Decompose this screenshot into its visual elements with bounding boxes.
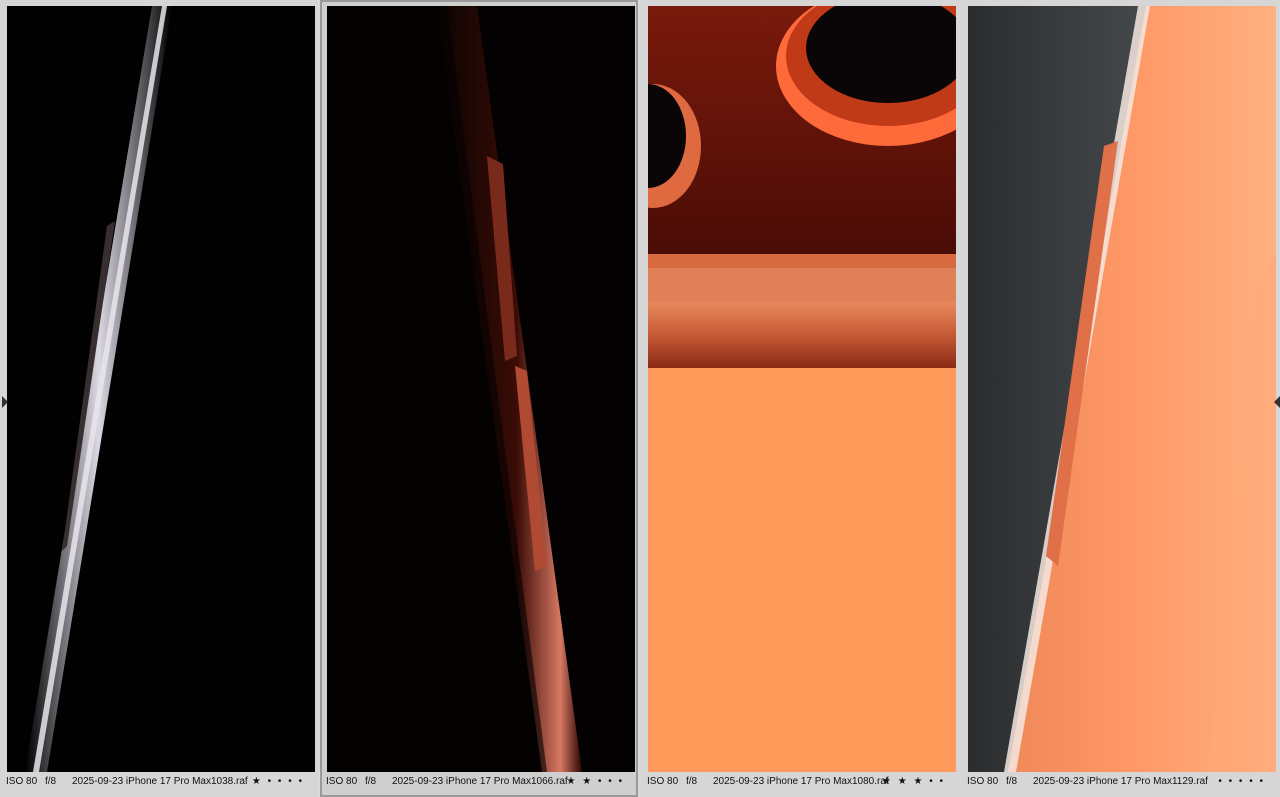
photo-metadata: ISO 80 f/8 2025-09-23 iPhone 17 Pro Max1… — [320, 775, 638, 789]
photo-thumbnail[interactable] — [648, 6, 956, 772]
aperture-label: f/8 — [1006, 776, 1018, 787]
iso-label: ISO 80 — [647, 776, 679, 787]
photo-thumbnail[interactable] — [327, 6, 635, 772]
photo-image — [968, 6, 1276, 772]
photo-grid: ISO 80 f/8 2025-09-23 iPhone 17 Pro Max1… — [0, 0, 1280, 797]
photo-metadata: ISO 80 f/8 2025-09-23 iPhone 17 Pro Max1… — [0, 775, 318, 789]
photo-cell[interactable]: ISO 80 f/8 2025-09-23 iPhone 17 Pro Max1… — [641, 0, 959, 797]
photo-cell[interactable]: ISO 80 f/8 2025-09-23 iPhone 17 Pro Max1… — [0, 0, 318, 797]
iso-label: ISO 80 — [6, 776, 38, 787]
triangle-right-icon[interactable] — [1274, 396, 1280, 408]
filename-label: 2025-09-23 iPhone 17 Pro Max1129.raf — [1033, 776, 1208, 787]
rating-stars[interactable]: ★ • • • • — [252, 775, 304, 789]
rating-stars[interactable]: ★ ★ ★ • • — [882, 775, 945, 789]
photo-metadata: ISO 80 f/8 2025-09-23 iPhone 17 Pro Max1… — [641, 775, 959, 789]
photo-thumbnail[interactable] — [968, 6, 1276, 772]
rating-stars[interactable]: • • • • • — [1218, 775, 1265, 789]
photo-cell-selected[interactable]: ISO 80 f/8 2025-09-23 iPhone 17 Pro Max1… — [320, 0, 638, 797]
filename-label: 2025-09-23 iPhone 17 Pro Max1080.raf — [713, 776, 889, 787]
photo-cell[interactable]: ISO 80 f/8 2025-09-23 iPhone 17 Pro Max1… — [961, 0, 1279, 797]
photo-image — [648, 6, 956, 772]
photo-image — [7, 6, 315, 772]
aperture-label: f/8 — [686, 776, 698, 787]
photo-image — [327, 6, 635, 772]
filename-label: 2025-09-23 iPhone 17 Pro Max1066.raf — [392, 776, 568, 787]
photo-thumbnail[interactable] — [7, 6, 315, 772]
iso-label: ISO 80 — [967, 776, 999, 787]
rating-stars[interactable]: ★ ★ • • • — [566, 775, 624, 789]
triangle-left-icon[interactable] — [2, 396, 8, 408]
photo-metadata: ISO 80 f/8 2025-09-23 iPhone 17 Pro Max1… — [961, 775, 1279, 789]
filename-label: 2025-09-23 iPhone 17 Pro Max1038.raf — [72, 776, 248, 787]
aperture-label: f/8 — [45, 776, 57, 787]
aperture-label: f/8 — [365, 776, 377, 787]
iso-label: ISO 80 — [326, 776, 358, 787]
